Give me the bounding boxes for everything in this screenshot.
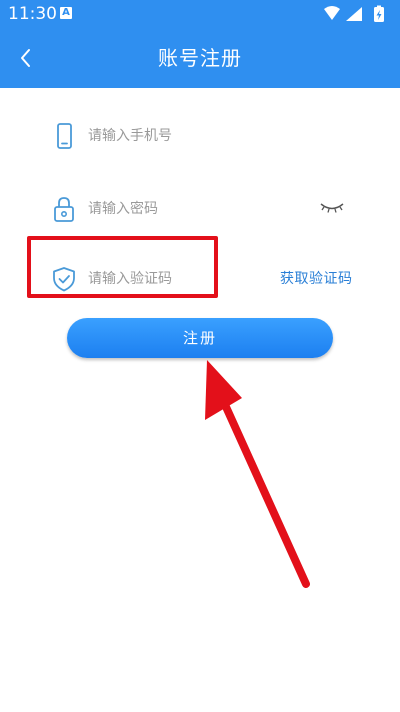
password-placeholder: 请输入密码: [88, 201, 158, 217]
status-time: 11:30: [8, 4, 57, 24]
signal-icon: [346, 7, 362, 21]
get-code-button[interactable]: 获取验证码: [280, 269, 353, 289]
wifi-icon: [324, 6, 340, 20]
phone-placeholder: 请输入手机号: [88, 128, 172, 144]
phone-field[interactable]: 请输入手机号: [50, 110, 360, 160]
highlight-box: [27, 236, 218, 298]
eye-closed-icon[interactable]: [320, 200, 344, 214]
lock-icon: [54, 197, 74, 222]
page-title: 账号注册: [158, 46, 242, 70]
password-field[interactable]: 请输入密码: [50, 183, 360, 233]
phone-icon: [57, 123, 72, 149]
status-bar: 11:30 A: [0, 0, 400, 28]
nav-bar: 账号注册: [0, 28, 400, 88]
register-button[interactable]: 注册: [67, 318, 333, 358]
status-icons: [324, 5, 384, 22]
a-badge-icon: A: [60, 7, 72, 19]
battery-charging-icon: [374, 5, 384, 22]
